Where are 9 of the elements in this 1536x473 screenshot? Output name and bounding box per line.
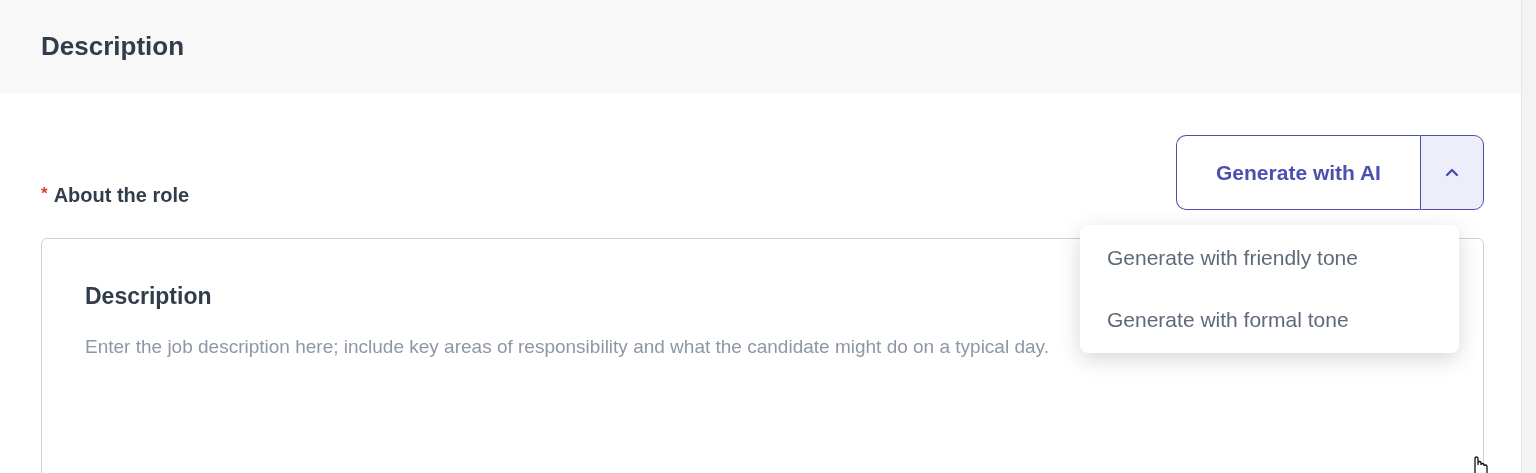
required-icon: * (41, 184, 48, 204)
section-title: Description (41, 31, 185, 62)
editor-heading: Description (85, 283, 213, 310)
caret-up-icon (1445, 168, 1459, 177)
generate-button[interactable]: Generate with AI (1176, 135, 1420, 210)
field-label: About the role (53, 184, 190, 207)
dropdown-toggle[interactable] (1420, 135, 1484, 210)
editor-placeholder: Enter the job description here; include key areas of responsibility and what the candidate might do on a typical day. (85, 336, 1050, 358)
menu-item[interactable]: Generate with formal tone (1080, 289, 1459, 351)
